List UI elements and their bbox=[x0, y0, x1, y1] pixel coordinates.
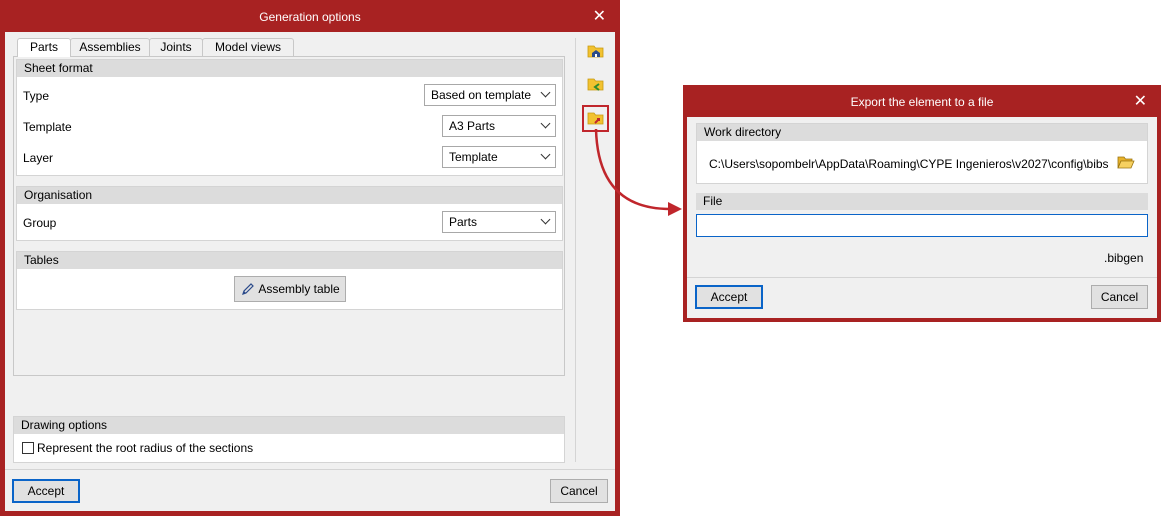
close-icon[interactable]: ✕ bbox=[593, 0, 606, 34]
export-bottom-separator bbox=[687, 277, 1157, 278]
group-combo[interactable]: Parts bbox=[442, 211, 556, 233]
layer-combo[interactable]: Template bbox=[442, 146, 556, 168]
tab-assemblies[interactable]: Assemblies bbox=[70, 38, 150, 56]
organisation-group: Organisation Group Parts bbox=[16, 186, 563, 241]
export-cancel-button[interactable]: Cancel bbox=[1091, 285, 1148, 309]
sheet-format-header: Sheet format bbox=[17, 60, 562, 77]
tab-joints[interactable]: Joints bbox=[149, 38, 203, 56]
work-directory-group: Work directory C:\Users\sopombelr\AppDat… bbox=[696, 123, 1148, 184]
type-combo[interactable]: Based on template bbox=[424, 84, 556, 106]
export-window: Export the element to a file ✕ Work dire… bbox=[683, 85, 1161, 322]
file-header: File bbox=[696, 193, 1148, 210]
folder-home-icon[interactable] bbox=[587, 43, 605, 59]
tables-group: Tables Assembly table bbox=[16, 251, 563, 310]
organisation-header: Organisation bbox=[17, 187, 562, 204]
layer-combo-value: Template bbox=[449, 150, 498, 164]
template-combo[interactable]: A3 Parts bbox=[442, 115, 556, 137]
tables-header: Tables bbox=[17, 252, 562, 269]
group-combo-value: Parts bbox=[449, 215, 478, 229]
type-label: Type bbox=[23, 89, 50, 103]
bottom-separator bbox=[5, 469, 615, 470]
group-label: Group bbox=[23, 216, 57, 230]
root-radius-checkbox[interactable] bbox=[22, 442, 34, 454]
chevron-down-icon bbox=[540, 118, 551, 129]
window-title: Generation options bbox=[259, 10, 361, 24]
layer-label: Layer bbox=[23, 151, 54, 165]
toolbar-separator bbox=[575, 38, 576, 462]
chevron-down-icon bbox=[540, 87, 551, 98]
pencil-icon bbox=[242, 283, 254, 295]
export-accept-button[interactable]: Accept bbox=[695, 285, 763, 309]
root-radius-label: Represent the root radius of the section… bbox=[37, 441, 254, 455]
generation-options-window: Generation options ✕ Parts Assemblies Jo… bbox=[0, 0, 620, 516]
chevron-down-icon bbox=[540, 149, 551, 160]
drawing-options-header: Drawing options bbox=[14, 417, 564, 434]
open-folder-icon[interactable] bbox=[1117, 154, 1135, 170]
template-combo-value: A3 Parts bbox=[449, 119, 496, 133]
folder-export-icon[interactable] bbox=[587, 110, 605, 126]
file-extension: .bibgen bbox=[1104, 251, 1144, 265]
tab-parts[interactable]: Parts bbox=[17, 38, 71, 57]
close-icon[interactable]: ✕ bbox=[1134, 85, 1147, 119]
sheet-format-group: Sheet format Type Based on template Temp… bbox=[16, 59, 563, 176]
drawing-options-group: Drawing options Represent the root radiu… bbox=[13, 416, 565, 463]
file-input[interactable] bbox=[696, 214, 1148, 237]
chevron-down-icon bbox=[540, 214, 551, 225]
template-label: Template bbox=[23, 120, 72, 134]
work-directory-header: Work directory bbox=[697, 124, 1147, 141]
work-directory-path: C:\Users\sopombelr\AppData\Roaming\CYPE … bbox=[709, 157, 1109, 171]
tab-model-views[interactable]: Model views bbox=[202, 38, 294, 56]
folder-import-icon[interactable] bbox=[587, 76, 605, 92]
cancel-button[interactable]: Cancel bbox=[550, 479, 608, 503]
accept-button[interactable]: Accept bbox=[12, 479, 80, 503]
assembly-table-label: Assembly table bbox=[258, 282, 340, 296]
assembly-table-button[interactable]: Assembly table bbox=[234, 276, 346, 302]
export-window-title: Export the element to a file bbox=[850, 95, 994, 109]
type-combo-value: Based on template bbox=[431, 88, 532, 102]
callout-arrow bbox=[594, 128, 682, 216]
